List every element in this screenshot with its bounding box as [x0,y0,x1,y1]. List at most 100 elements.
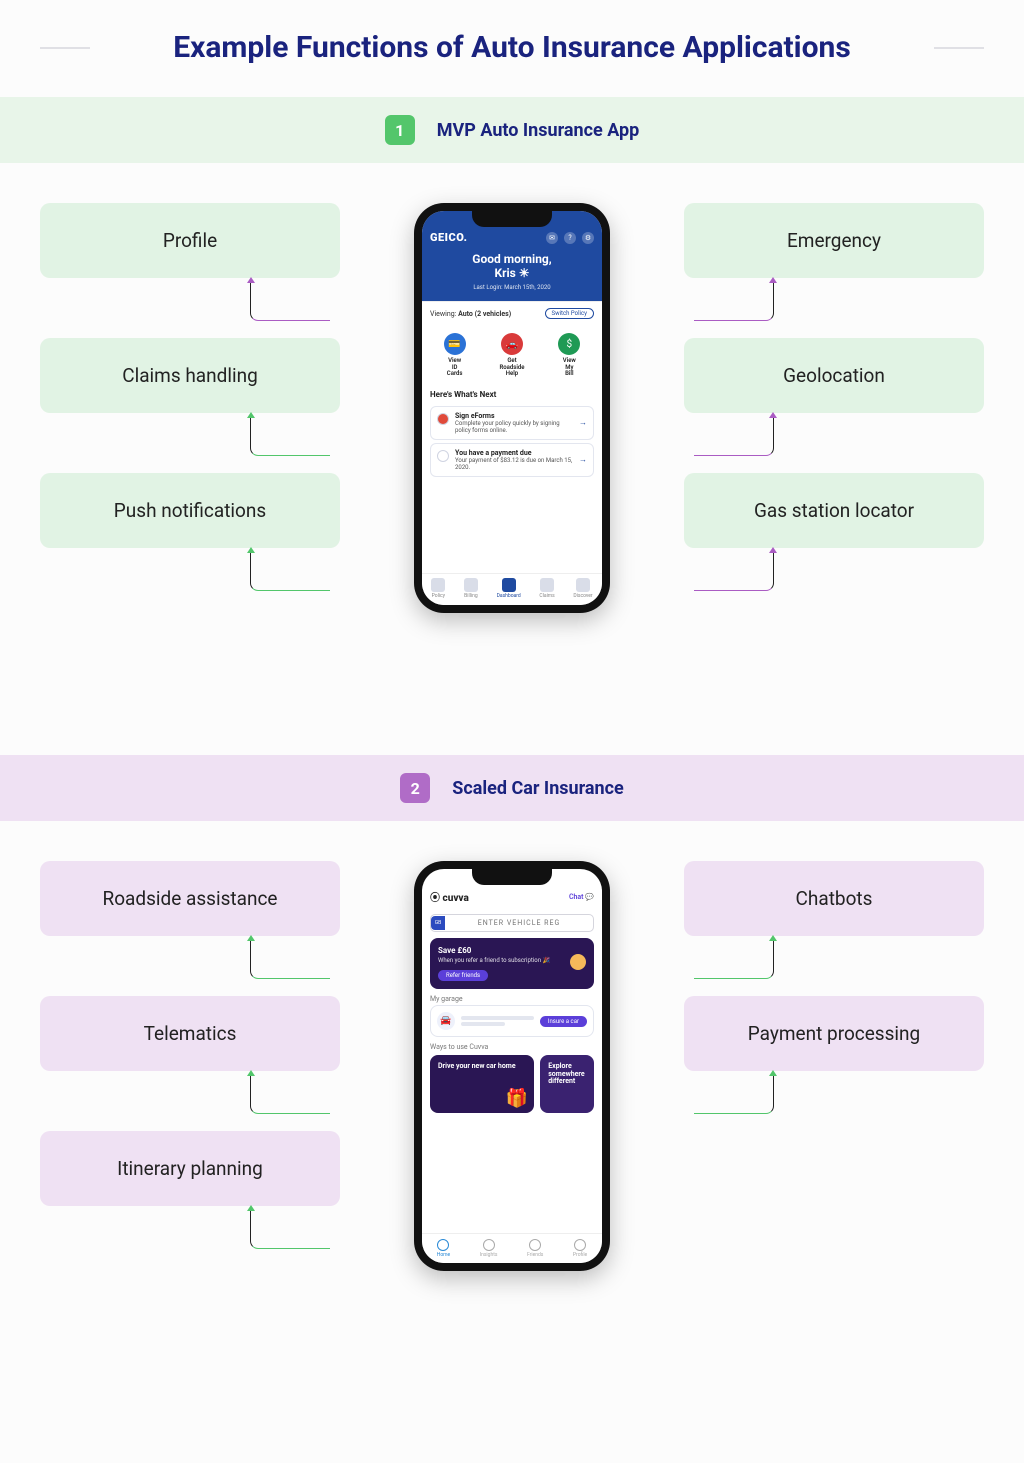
connector-line [250,1074,330,1114]
section-number-badge: 1 [385,115,415,145]
quick-label: GetRoadsideHelp [484,358,541,378]
quick-label: ViewMyBill [541,358,598,378]
last-login: Last Login: March 15th, 2020 [430,284,594,291]
feature-pill: Claims handling [40,338,340,413]
feature-pill: Profile [40,203,340,278]
garage-label: My garage [430,995,594,1003]
help-icon[interactable]: ? [564,232,576,244]
connector-line [250,281,330,321]
chat-button[interactable]: Chat 💬 [569,893,594,901]
connector-line [694,416,774,456]
tab-home[interactable]: Home [437,1239,450,1258]
gift-icon: 🎁 [506,1088,528,1109]
feature-pill: Chatbots [684,861,984,936]
next-card[interactable]: You have a payment due Your payment of $… [430,443,594,477]
tab-icon [540,578,554,592]
gear-icon[interactable]: ⚙ [582,232,594,244]
chevron-right-icon: → [579,455,587,464]
connector-line [694,1074,774,1114]
chevron-right-icon: → [579,418,587,427]
connector-line [694,281,774,321]
rule-left [40,47,90,49]
section-title: MVP Auto Insurance App [437,120,640,141]
tab-billing[interactable]: Billing [464,578,478,599]
car-icon: 🚘 [437,1012,455,1030]
tab-icon [574,1239,586,1251]
garage-card[interactable]: 🚘 Insure a car [430,1005,594,1037]
quick-icon: 🚗 [501,333,523,355]
phone-mock-cuvva: ⦿ cuvva Chat 💬 GB Save £60 When you refe… [414,861,610,1271]
next-header: Here's What's Next [422,386,602,403]
feature-pill: Itinerary planning [40,1131,340,1206]
card-dot-icon [437,450,449,462]
connector-line [694,939,774,979]
section-band: 2 Scaled Car Insurance [0,755,1024,821]
feature-pill: Push notifications [40,473,340,548]
chat-icon: 💬 [585,893,594,901]
tab-icon [464,578,478,592]
connector-line [250,551,330,591]
connector-line [250,1209,330,1249]
quick-icon: 💳 [444,333,466,355]
connector-line [694,551,774,591]
section-band: 1 MVP Auto Insurance App [0,97,1024,163]
quick-action[interactable]: 🚗 GetRoadsideHelp [484,333,541,378]
greeting: Good morning,Kris ☀ [430,252,594,280]
friend-avatar-icon [570,954,586,970]
phone-mock-geico: GEICO. ✉ ? ⚙ Good morning,Kris ☀ Last Lo… [414,203,610,613]
brand-logo: ⦿ cuvva [430,889,469,904]
section-body: Profile Claims handling Push notificatio… [0,203,1024,723]
connector-line [250,939,330,979]
card-dot-icon [437,413,449,425]
way-card-1[interactable]: Drive your new car home 🎁 [430,1055,534,1113]
quick-action[interactable]: 💳 ViewIDCards [426,333,483,378]
section-number-badge: 2 [400,773,430,803]
brand-logo: GEICO. [430,231,467,244]
tab-policy[interactable]: Policy [431,578,445,599]
card-desc: Complete your policy quickly by signing … [455,420,573,434]
page-title: Example Functions of Auto Insurance Appl… [110,30,914,65]
quick-icon: $ [558,333,580,355]
rule-right [934,47,984,49]
quick-label: ViewIDCards [426,358,483,378]
switch-policy-button[interactable]: Switch Policy [545,308,595,319]
card-title: Sign eForms [455,412,573,420]
gb-plate-icon: GB [431,916,445,930]
next-card[interactable]: Sign eForms Complete your policy quickly… [430,406,594,440]
page-title-row: Example Functions of Auto Insurance Appl… [0,30,1024,65]
vehicle-reg-input[interactable]: GB [430,914,594,932]
way-title: Explore somewhere different [548,1063,586,1086]
section-title: Scaled Car Insurance [452,778,623,799]
section-body: Roadside assistance Telematics Itinerary… [0,861,1024,1381]
refer-button[interactable]: Refer friends [438,970,488,981]
feature-pill: Gas station locator [684,473,984,548]
ways-label: Ways to use Cuvva [430,1043,594,1051]
tab-insights[interactable]: Insights [480,1239,498,1258]
quick-action[interactable]: $ ViewMyBill [541,333,598,378]
tab-profile[interactable]: Profile [573,1239,587,1258]
tab-claims[interactable]: Claims [539,578,554,599]
way-card-2[interactable]: Explore somewhere different [540,1055,594,1113]
tab-discover[interactable]: Discover [573,578,592,599]
tab-dashboard[interactable]: Dashboard [497,578,521,599]
promo-desc: When you refer a friend to subscription … [438,957,586,964]
tab-friends[interactable]: Friends [527,1239,543,1258]
insure-button[interactable]: Insure a car [540,1016,587,1027]
feature-pill: Telematics [40,996,340,1071]
feature-pill: Payment processing [684,996,984,1071]
connector-line [250,416,330,456]
way-title: Drive your new car home [438,1063,526,1071]
viewing: Viewing: Auto (2 vehicles) [430,310,511,318]
promo-title: Save £60 [438,946,586,955]
tab-icon [483,1239,495,1251]
tab-icon [437,1239,449,1251]
promo-card[interactable]: Save £60 When you refer a friend to subs… [430,938,594,989]
tab-icon [529,1239,541,1251]
card-title: You have a payment due [455,449,573,457]
feature-pill: Roadside assistance [40,861,340,936]
reg-field[interactable] [445,915,593,931]
phone-notch [472,211,552,227]
inbox-icon[interactable]: ✉ [546,232,558,244]
tab-icon [431,578,445,592]
phone-notch [472,869,552,885]
